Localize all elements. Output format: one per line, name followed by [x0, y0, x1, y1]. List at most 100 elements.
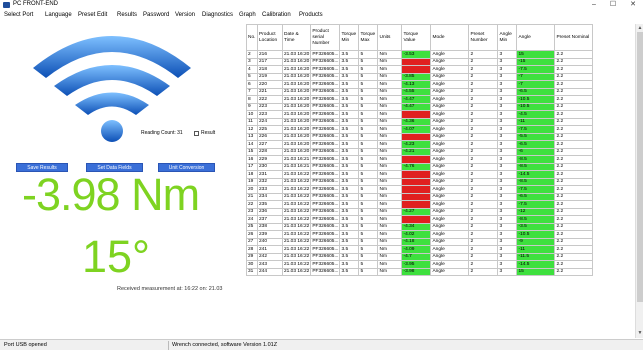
table-row[interactable]: 18 231 21.03 16:22 PF326605... 3.5 5 Nm -5.48 An…	[246, 170, 594, 179]
table-row[interactable]: 30 243 21.03 16:22 PF326605... 3.5 5 Nm -3.95 An…	[246, 260, 594, 269]
table-cell: 3.5	[339, 162, 360, 171]
table-cell: 2	[468, 170, 499, 179]
table-cell: Angle	[430, 147, 470, 156]
title-bar: PC FRONT-END – ☐ ✕	[0, 0, 643, 10]
table-cell: 24	[246, 215, 258, 224]
close-icon[interactable]: ✕	[624, 0, 642, 10]
column-header[interactable]: Product serial Number	[310, 24, 341, 51]
menu-diagnostics[interactable]: Diagnostics	[202, 12, 233, 18]
table-cell: -4.34	[401, 222, 432, 231]
menu-password[interactable]: Password	[143, 12, 169, 18]
table-row[interactable]: 19 232 21.03 16:22 PF326605... 3.5 5 Nm -5.49 An…	[246, 177, 594, 186]
table-cell: 2	[468, 155, 499, 164]
table-row[interactable]: 9 223 21.03 16:20 PF326605... 3.5 5 Nm -4.47 Ang…	[246, 102, 594, 111]
table-row[interactable]: 25 238 21.03 16:22 PF326605... 3.5 5 Nm -4.34 An…	[246, 222, 594, 231]
table-row[interactable]: 6 220 21.03 16:20 PF326605... 3.5 5 Nm -4.13 Ang…	[246, 80, 594, 89]
table-cell: 3	[497, 170, 518, 179]
column-header[interactable]: Torque Value	[401, 24, 432, 51]
table-row[interactable]: 11 224 21.03 16:20 PF326605... 3.5 5 Nm -4.36 An…	[246, 117, 594, 126]
table-cell: 242	[257, 252, 283, 261]
table-cell: 3.5	[339, 65, 360, 74]
table-row[interactable]: 14 227 21.03 16:20 PF326605... 3.5 5 Nm -4.23 An…	[246, 140, 594, 149]
table-row[interactable]: 23 236 21.03 16:22 PF326605... 3.5 5 Nm -4.27 An…	[246, 207, 594, 216]
table-cell: 5	[358, 192, 379, 201]
column-header[interactable]: Preset Number	[468, 24, 499, 51]
menu-language[interactable]: Language	[45, 12, 72, 18]
results-table-container[interactable]: No. Product Location Date & Time Product se…	[246, 24, 634, 338]
table-cell: 219	[257, 72, 283, 81]
table-cell: 3.5	[339, 132, 360, 141]
table-cell: -5.49	[401, 177, 432, 186]
table-row[interactable]: 24 237 21.03 16:22 PF326605... 3.5 5 Nm -5.96 An…	[246, 215, 594, 224]
scroll-up-icon[interactable]: ▲	[637, 25, 643, 31]
table-row[interactable]: 29 242 21.03 16:22 PF326605... 3.5 5 Nm -4.7 Ang…	[246, 252, 594, 261]
result-checkbox[interactable]	[194, 131, 199, 136]
table-row[interactable]: 10 223 21.03 16:20 PF326605... 3.5 5 Nm -5.21 An…	[246, 110, 594, 119]
table-cell: 5	[358, 102, 379, 111]
table-row[interactable]: 22 235 21.03 16:22 PF326605... 3.5 5 Nm -5.38 An…	[246, 200, 594, 209]
table-row[interactable]: 13 226 21.03 16:20 PF326605... 3.5 5 Nm -5.36 An…	[246, 132, 594, 141]
table-row[interactable]: 20 233 21.03 16:22 PF326605... 3.5 5 Nm -5.61 An…	[246, 185, 594, 194]
column-header[interactable]: Torque Min	[339, 24, 360, 51]
table-cell: 3	[497, 147, 518, 156]
table-row[interactable]: 4 218 21.03 16:20 PF326605... 3.5 5 Nm -3.81 Ang…	[246, 65, 594, 74]
table-cell: Angle	[430, 117, 470, 126]
table-cell: 2	[468, 200, 499, 209]
table-cell: -4.21	[401, 147, 432, 156]
table-cell: 5	[358, 155, 379, 164]
minimize-icon[interactable]: –	[585, 0, 603, 10]
column-header[interactable]: No.	[246, 24, 258, 51]
menu-results[interactable]: Results	[117, 12, 137, 18]
menu-version[interactable]: Version	[175, 12, 195, 18]
menu-graph[interactable]: Graph	[239, 12, 256, 18]
scroll-down-icon[interactable]: ▼	[637, 330, 643, 336]
table-cell: 2.2	[554, 260, 594, 269]
scroll-thumb[interactable]	[637, 32, 643, 302]
column-header[interactable]: Date & Time	[281, 24, 312, 51]
table-cell: Angle	[430, 170, 470, 179]
column-header[interactable]: Angle	[516, 24, 556, 51]
table-row[interactable]: 12 225 21.03 16:20 PF326605... 3.5 5 Nm -4.07 An…	[246, 125, 594, 134]
table-row[interactable]: 8 222 21.03 16:20 PF326605... 3.5 5 Nm -4.47 Ang…	[246, 95, 594, 104]
table-cell: 3.5	[339, 125, 360, 134]
table-cell: 2.2	[554, 155, 594, 164]
table-row[interactable]: 3 217 21.03 16:20 PF326605... 3.5 5 Nm -3.81 Ang…	[246, 57, 594, 66]
menu-select-port[interactable]: Select Port	[4, 12, 33, 18]
table-cell: 3	[497, 207, 518, 216]
menu-preset-edit[interactable]: Preset Edit	[78, 12, 107, 18]
table-cell: 3.5	[339, 222, 360, 231]
table-cell: 21.03 16:20	[281, 72, 312, 81]
table-row[interactable]: 31 244 21.03 16:22 PF326605... 3.5 5 Nm -3.98 An…	[246, 267, 594, 276]
table-row[interactable]: 26 239 21.03 16:22 PF326605... 3.5 5 Nm -4.02 An…	[246, 230, 594, 239]
table-row[interactable]: 17 230 21.03 16:21 PF326605... 3.5 5 Nm -4.76 An…	[246, 162, 594, 171]
menu-calibration[interactable]: Calibration	[262, 12, 291, 18]
column-header[interactable]: Torque Max	[358, 24, 379, 51]
table-cell: 3	[497, 252, 518, 261]
table-cell: Nm	[377, 192, 403, 201]
table-cell: 21.03 16:22	[281, 230, 312, 239]
column-header[interactable]: Preset Nominal	[554, 24, 594, 51]
column-header[interactable]: Mode	[430, 24, 470, 51]
column-header[interactable]: Angle Min	[497, 24, 518, 51]
column-header[interactable]: Product Location	[257, 24, 283, 51]
table-cell: 2	[468, 185, 499, 194]
status-divider	[168, 341, 169, 350]
table-cell: Nm	[377, 140, 403, 149]
maximize-icon[interactable]: ☐	[604, 0, 622, 10]
table-cell: -12	[516, 207, 556, 216]
column-header[interactable]: Units	[377, 24, 403, 51]
vertical-scrollbar[interactable]: ▲ ▼	[635, 24, 643, 338]
table-cell: 3.5	[339, 155, 360, 164]
table-row[interactable]: 5 219 21.03 16:20 PF326605... 3.5 5 Nm -3.85 Ang…	[246, 72, 594, 81]
table-row[interactable]: 15 228 21.03 16:20 PF326605... 3.5 5 Nm -4.21 An…	[246, 147, 594, 156]
table-row[interactable]: 21 234 21.03 16:22 PF326605... 3.5 5 Nm -5.52 An…	[246, 192, 594, 201]
menu-products[interactable]: Products	[299, 12, 323, 18]
table-cell: 21.03 16:22	[281, 177, 312, 186]
table-cell: 3	[497, 155, 518, 164]
table-row[interactable]: 28 241 21.03 16:22 PF326605... 3.5 5 Nm -4.09 An…	[246, 245, 594, 254]
table-row[interactable]: 2 216 21.03 16:20 PF326605... 3.5 5 Nm -3.53 Ang…	[246, 50, 594, 59]
table-row[interactable]: 16 229 21.03 16:21 PF326605... 3.5 5 Nm -5.71 An…	[246, 155, 594, 164]
table-row[interactable]: 7 221 21.03 16:20 PF326605... 3.5 5 Nm -4.55 Ang…	[246, 87, 594, 96]
table-row[interactable]: 27 240 21.03 16:22 PF326605... 3.5 5 Nm -4.18 An…	[246, 237, 594, 246]
table-cell: 3	[497, 237, 518, 246]
